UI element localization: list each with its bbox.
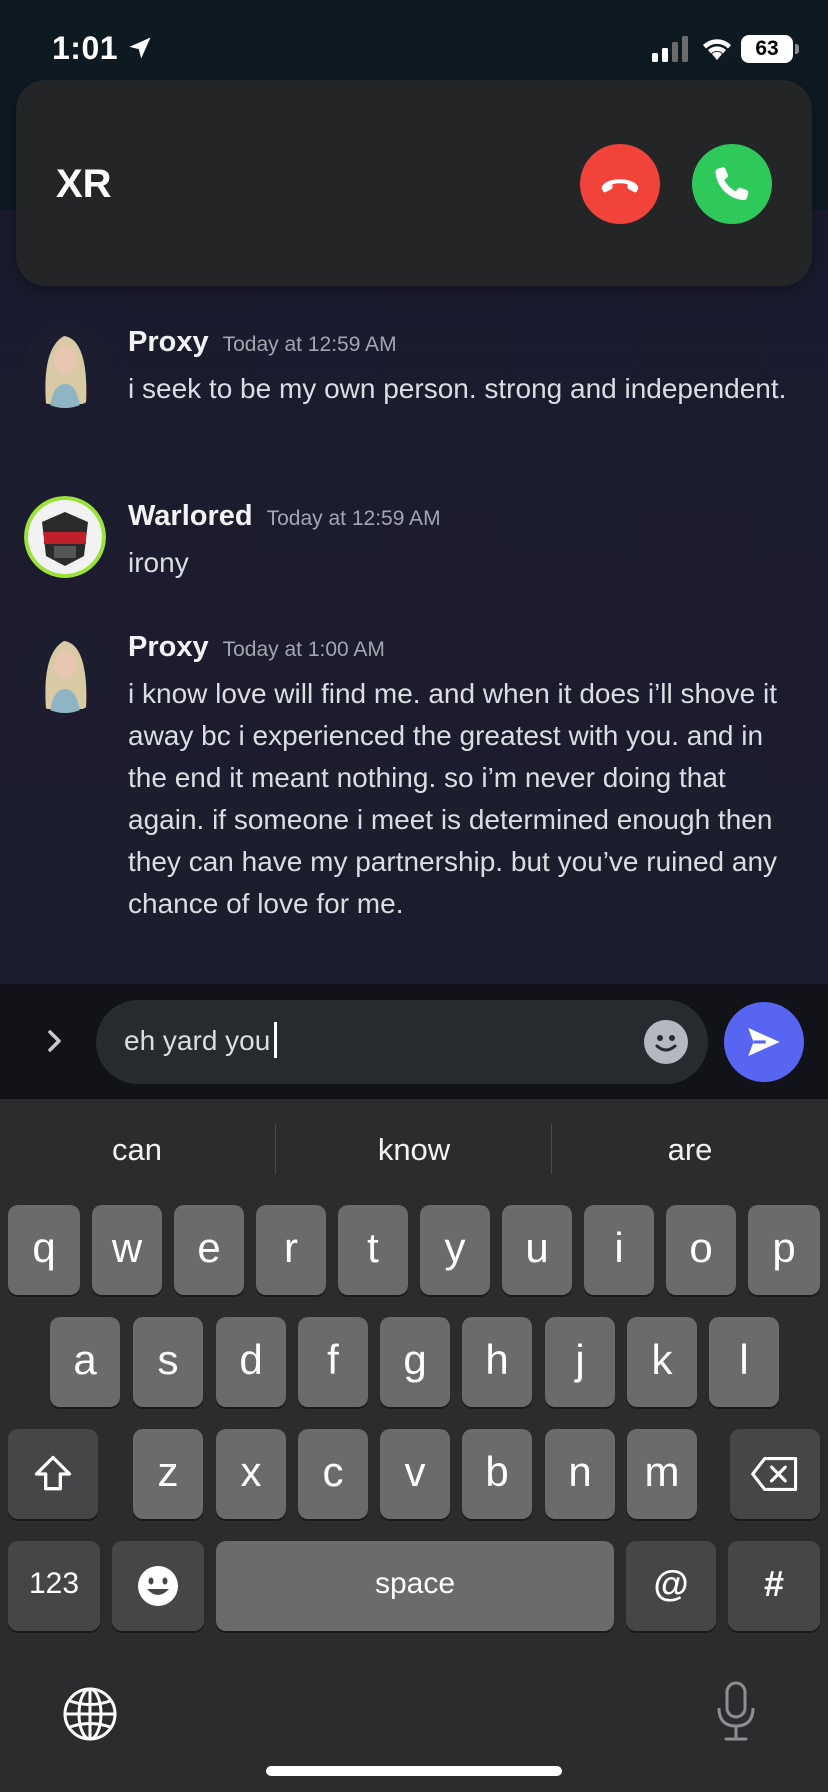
backspace-key[interactable]: [730, 1429, 820, 1519]
key-t[interactable]: t: [338, 1205, 408, 1295]
avatar-image: [24, 326, 106, 408]
suggestion-divider: [551, 1124, 552, 1174]
message-text: i know love will find me. and when it do…: [128, 678, 778, 919]
key-d[interactable]: d: [216, 1317, 286, 1407]
globe-icon[interactable]: [62, 1686, 118, 1742]
home-indicator[interactable]: [266, 1766, 562, 1776]
emoji-picker-button[interactable]: [644, 1020, 688, 1064]
chevron-right-icon[interactable]: [40, 1026, 70, 1056]
message-input-value: eh yard you: [124, 1025, 271, 1056]
key-i[interactable]: i: [584, 1205, 654, 1295]
battery-indicator: 63: [741, 35, 799, 63]
key-a[interactable]: a: [50, 1317, 120, 1407]
shift-key[interactable]: [8, 1429, 98, 1519]
send-icon: [748, 1028, 780, 1056]
shift-arrow-icon: [34, 1455, 72, 1491]
hang-up-icon: [601, 179, 639, 193]
quicktype-bar: can know are: [0, 1110, 828, 1190]
emoji-smiley-icon: [138, 1566, 178, 1606]
key-n[interactable]: n: [545, 1429, 615, 1519]
hash-key[interactable]: #: [728, 1541, 820, 1631]
location-arrow-icon: [129, 37, 151, 59]
key-k[interactable]: k: [627, 1317, 697, 1407]
key-m[interactable]: m: [627, 1429, 697, 1519]
key-c[interactable]: c: [298, 1429, 368, 1519]
caller-name: XR: [56, 162, 112, 206]
key-g[interactable]: g: [380, 1317, 450, 1407]
message-text: irony: [128, 547, 189, 578]
battery-nub: [795, 44, 799, 54]
key-z[interactable]: z: [133, 1429, 203, 1519]
decline-call-button[interactable]: [580, 144, 660, 224]
avatar-proxy[interactable]: [24, 326, 106, 408]
key-f[interactable]: f: [298, 1317, 368, 1407]
author-name[interactable]: Warlored: [128, 500, 253, 532]
smiley-icon: [655, 1035, 677, 1052]
key-h[interactable]: h: [462, 1317, 532, 1407]
cellular-signal-icon: [652, 36, 688, 62]
text-caret: [274, 1022, 278, 1058]
message-header: Warlored Today at 12:59 AM: [128, 500, 441, 533]
key-l[interactable]: l: [709, 1317, 779, 1407]
key-p[interactable]: p: [748, 1205, 820, 1295]
key-e[interactable]: e: [174, 1205, 244, 1295]
timestamp: Today at 1:00 AM: [222, 638, 385, 661]
key-w[interactable]: w: [92, 1205, 162, 1295]
timestamp: Today at 12:59 AM: [222, 333, 397, 356]
key-q[interactable]: q: [8, 1205, 80, 1295]
battery-level: 63: [741, 35, 793, 63]
phone-icon: [715, 167, 749, 201]
message-input[interactable]: eh yard you: [96, 1000, 708, 1084]
key-s[interactable]: s: [133, 1317, 203, 1407]
timestamp: Today at 12:59 AM: [266, 507, 441, 530]
key-u[interactable]: u: [502, 1205, 572, 1295]
suggestion[interactable]: know: [279, 1132, 549, 1168]
message-text: i seek to be my own person. strong and i…: [128, 373, 787, 404]
microphone-icon[interactable]: [714, 1680, 758, 1744]
backspace-icon: [751, 1457, 798, 1491]
status-time: 1:01: [52, 30, 119, 66]
suggestion[interactable]: can: [2, 1132, 272, 1168]
at-key[interactable]: @: [626, 1541, 716, 1631]
avatar-proxy[interactable]: [24, 631, 106, 713]
message-header: Proxy Today at 1:00 AM: [128, 631, 385, 664]
key-v[interactable]: v: [380, 1429, 450, 1519]
send-button[interactable]: [724, 1002, 804, 1082]
key-b[interactable]: b: [462, 1429, 532, 1519]
message-header: Proxy Today at 12:59 AM: [128, 326, 397, 359]
author-name[interactable]: Proxy: [128, 631, 209, 663]
key-x[interactable]: x: [216, 1429, 286, 1519]
key-y[interactable]: y: [420, 1205, 490, 1295]
avatar-image: [24, 496, 106, 578]
avatar-image: [24, 631, 106, 713]
suggestion[interactable]: are: [555, 1132, 825, 1168]
key-o[interactable]: o: [666, 1205, 736, 1295]
key-j[interactable]: j: [545, 1317, 615, 1407]
accept-call-button[interactable]: [692, 144, 772, 224]
author-name[interactable]: Proxy: [128, 326, 209, 358]
wifi-icon: [703, 39, 731, 60]
emoji-key[interactable]: [112, 1541, 204, 1631]
space-key[interactable]: space: [216, 1541, 614, 1631]
avatar-warlored[interactable]: [24, 496, 106, 578]
suggestion-divider: [275, 1124, 276, 1174]
incoming-call-card[interactable]: XR: [16, 80, 812, 286]
key-r[interactable]: r: [256, 1205, 326, 1295]
numbers-key[interactable]: 123: [8, 1541, 100, 1631]
